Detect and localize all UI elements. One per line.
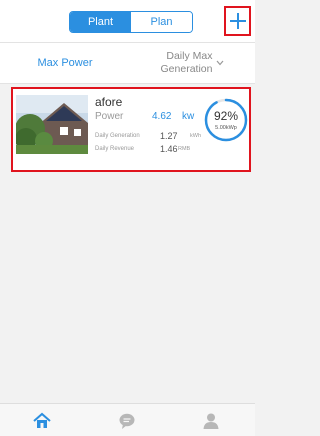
- tab-plan[interactable]: Plan: [131, 12, 192, 32]
- sort-daily-max-generation-label: Daily Max Generation: [160, 50, 213, 75]
- sort-daily-max-generation[interactable]: Daily Max Generation: [130, 43, 255, 83]
- plus-icon: [229, 13, 246, 29]
- add-plant-button[interactable]: [224, 6, 251, 36]
- chat-icon[interactable]: [118, 412, 136, 430]
- top-bar: Plant Plan: [0, 0, 255, 42]
- card-highlight-outline: [11, 87, 251, 172]
- chevron-down-icon: [217, 60, 224, 66]
- bottom-tab-bar: [0, 403, 255, 436]
- user-icon[interactable]: [202, 412, 220, 430]
- sort-max-power[interactable]: Max Power: [0, 43, 130, 83]
- home-icon[interactable]: [33, 412, 51, 430]
- sort-filter-bar: Max Power Daily Max Generation: [0, 42, 255, 84]
- tab-plant[interactable]: Plant: [70, 12, 131, 32]
- plant-plan-segmented-control: Plant Plan: [69, 11, 193, 33]
